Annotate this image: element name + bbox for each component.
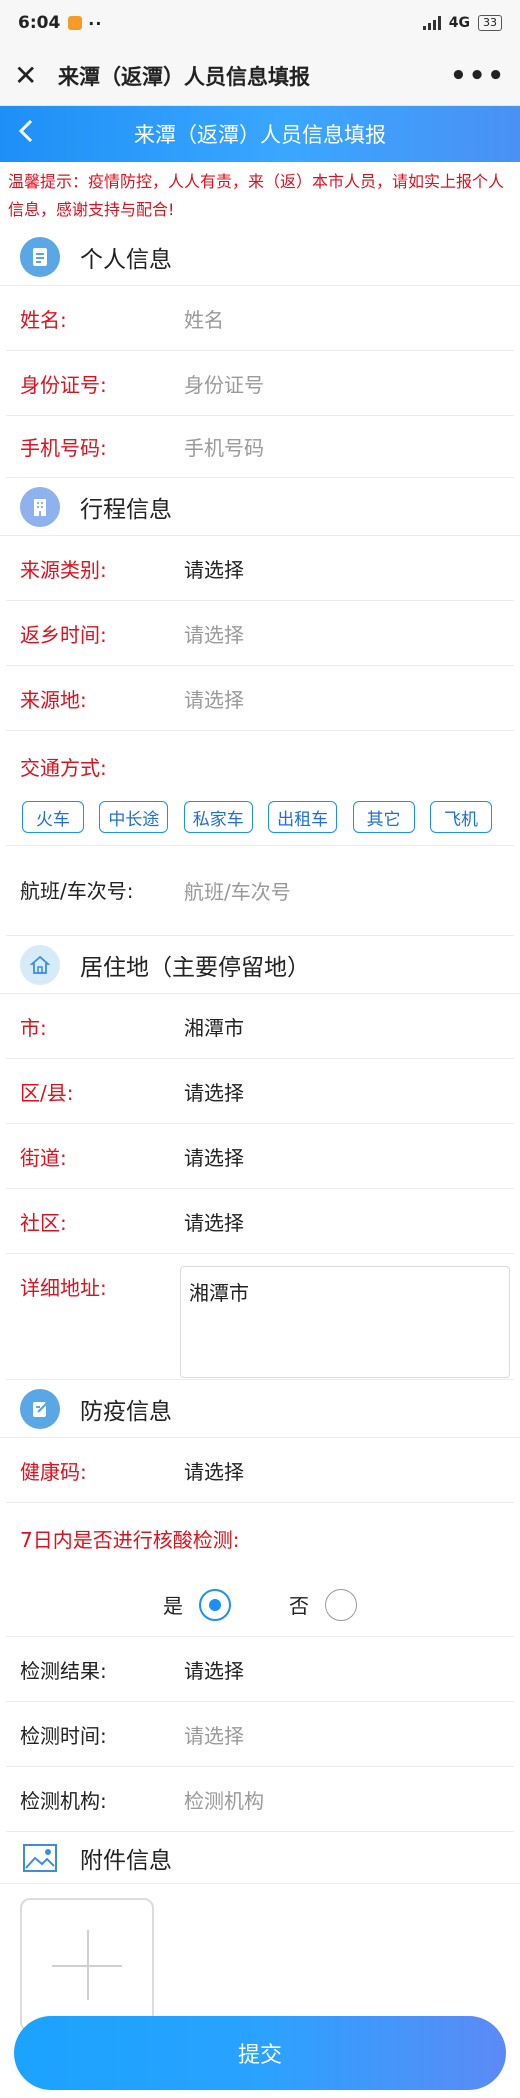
signal-icon <box>422 16 441 30</box>
section-trip-info: 行程信息 <box>0 478 520 536</box>
phone-field[interactable]: 手机号码: 手机号码 <box>6 416 514 478</box>
transport-option-other[interactable]: 其它 <box>352 801 415 833</box>
warm-tip: 温馨提示：疫情防控，人人有责，来（返）本市人员，请如实上报个人信息，感谢支持与配… <box>8 172 505 219</box>
id-card-field[interactable]: 身份证号: 身份证号 <box>6 351 514 416</box>
building-icon <box>20 486 60 527</box>
upload-add-button[interactable] <box>20 1898 154 2032</box>
source-place-select[interactable]: 请选择 <box>184 684 244 713</box>
field-label: 来源地: <box>20 687 87 712</box>
transport-option-plane[interactable]: 飞机 <box>429 801 492 833</box>
image-icon <box>20 1838 60 1878</box>
more-menu-icon[interactable]: ••• <box>450 61 506 91</box>
document-icon <box>20 236 60 277</box>
test-agency-input[interactable]: 检测机构 <box>184 1785 264 1814</box>
close-icon[interactable]: ✕ <box>14 59 48 92</box>
name-field[interactable]: 姓名: 姓名 <box>6 286 514 351</box>
field-label: 手机号码: <box>20 436 107 460</box>
field-label: 区/县: <box>20 1080 74 1105</box>
section-attachment: 附件信息 <box>0 1832 520 1884</box>
field-label: 健康码: <box>20 1459 87 1484</box>
battery-icon: 33 <box>478 15 502 31</box>
test-time-field[interactable]: 检测时间: 请选择 <box>6 1702 514 1767</box>
flight-number-input[interactable]: 航班/车次号 <box>184 876 291 905</box>
health-code-field[interactable]: 健康码: 请选择 <box>6 1438 514 1503</box>
section-personal-info: 个人信息 <box>0 228 520 286</box>
back-chevron-icon[interactable] <box>18 118 34 151</box>
city-select[interactable]: 湘潭市 <box>184 1012 244 1041</box>
section-epidemic-info: 防疫信息 <box>0 1380 520 1438</box>
transport-option-taxi[interactable]: 出租车 <box>268 801 338 833</box>
transport-option-coach[interactable]: 中长途 <box>99 801 169 833</box>
radio-label: 是 <box>163 1594 183 1618</box>
more-notifications-indicator: ·· <box>88 13 103 33</box>
wechat-title-bar: ✕ 来潭（返潭）人员信息填报 ••• <box>0 46 520 106</box>
test-result-select[interactable]: 请选择 <box>184 1655 244 1684</box>
submit-wrapper: 提交 <box>14 2016 506 2090</box>
transport-option-train[interactable]: 火车 <box>22 801 84 833</box>
radio-checked-icon[interactable] <box>199 1588 231 1621</box>
id-card-input[interactable]: 身份证号 <box>184 369 264 398</box>
section-title: 个人信息 <box>80 246 172 273</box>
section-title: 附件信息 <box>80 1847 172 1874</box>
field-label: 社区: <box>20 1210 67 1235</box>
address-textarea[interactable]: 湘潭市 <box>180 1266 510 1378</box>
field-label: 检测时间: <box>20 1723 107 1748</box>
city-field[interactable]: 市: 湘潭市 <box>6 994 514 1059</box>
radio-label: 否 <box>289 1594 309 1618</box>
community-field[interactable]: 社区: 请选择 <box>6 1189 514 1254</box>
status-bar: 6:04 ·· 4G 33 <box>0 0 520 46</box>
test-time-picker[interactable]: 请选择 <box>184 1720 244 1749</box>
phone-input[interactable]: 手机号码 <box>184 432 264 461</box>
app-header: 来潭（返潭）人员信息填报 <box>0 106 520 162</box>
page-title: 来潭（返潭）人员信息填报 <box>134 123 386 147</box>
transport-label: 交通方式: <box>20 756 107 780</box>
source-place-field[interactable]: 来源地: 请选择 <box>6 666 514 731</box>
district-select[interactable]: 请选择 <box>184 1077 244 1106</box>
radio-unchecked-icon[interactable] <box>325 1588 357 1621</box>
field-label: 姓名: <box>20 307 67 332</box>
field-label: 检测机构: <box>20 1788 107 1813</box>
radio-yes[interactable]: 是 <box>163 1588 231 1621</box>
street-field[interactable]: 街道: 请选择 <box>6 1124 514 1189</box>
section-title: 防疫信息 <box>80 1398 172 1425</box>
field-label: 来源类别: <box>20 557 107 582</box>
field-label: 检测结果: <box>20 1658 107 1683</box>
field-label: 身份证号: <box>20 372 107 397</box>
clock: 6:04 <box>18 13 61 33</box>
field-label: 详细地址: <box>20 1276 107 1300</box>
name-input[interactable]: 姓名 <box>184 304 224 333</box>
notification-app-icon <box>68 16 83 30</box>
test-agency-field[interactable]: 检测机构: 检测机构 <box>6 1767 514 1832</box>
source-type-select[interactable]: 请选择 <box>184 554 244 583</box>
test-result-field[interactable]: 检测结果: 请选择 <box>6 1637 514 1702</box>
field-label: 街道: <box>20 1145 67 1170</box>
submit-button[interactable]: 提交 <box>14 2016 506 2090</box>
field-label: 市: <box>20 1015 47 1040</box>
section-title: 居住地（主要停留地） <box>80 954 310 981</box>
section-title: 行程信息 <box>80 496 172 523</box>
transport-options: 火车 中长途 私家车 出租车 其它 飞机 <box>6 789 514 846</box>
home-icon <box>20 944 60 985</box>
network-type: 4G <box>448 15 470 31</box>
return-time-field[interactable]: 返乡时间: 请选择 <box>6 601 514 666</box>
health-code-select[interactable]: 请选择 <box>184 1456 244 1485</box>
wechat-page-title: 来潭（返潭）人员信息填报 <box>58 64 310 89</box>
street-select[interactable]: 请选择 <box>184 1142 244 1171</box>
source-type-field[interactable]: 来源类别: 请选择 <box>6 536 514 601</box>
transport-option-private-car[interactable]: 私家车 <box>183 801 253 833</box>
field-label: 航班/车次号: <box>20 878 134 903</box>
address-field[interactable]: 详细地址: 湘潭市 <box>6 1254 514 1380</box>
district-field[interactable]: 区/县: 请选择 <box>6 1059 514 1124</box>
radio-no[interactable]: 否 <box>289 1588 357 1621</box>
nucleic-test-radio-group: 是 否 <box>6 1573 514 1637</box>
edit-form-icon <box>20 1388 60 1429</box>
field-label: 返乡时间: <box>20 622 107 647</box>
section-residence: 居住地（主要停留地） <box>0 936 520 994</box>
nucleic-test-question: 7日内是否进行核酸检测: <box>20 1527 240 1552</box>
community-select[interactable]: 请选择 <box>184 1207 244 1236</box>
flight-number-field[interactable]: 航班/车次号: 航班/车次号 <box>6 846 514 936</box>
return-time-picker[interactable]: 请选择 <box>184 619 244 648</box>
